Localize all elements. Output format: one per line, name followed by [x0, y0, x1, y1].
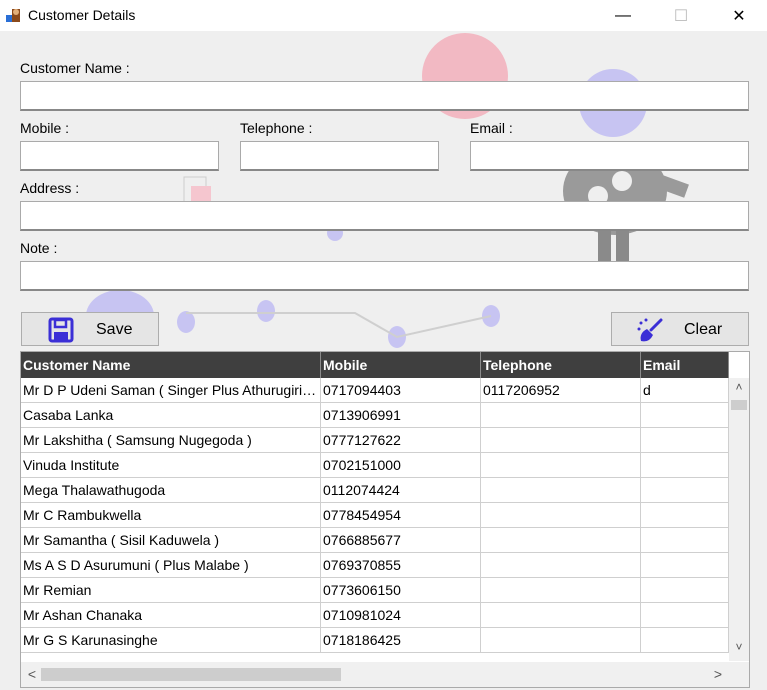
window-title: Customer Details	[28, 7, 136, 23]
broom-icon	[637, 318, 663, 342]
minimize-button[interactable]: —	[600, 0, 646, 31]
column-header-telephone[interactable]: Telephone	[481, 352, 641, 378]
cell-mobile[interactable]: 0713906991	[321, 403, 481, 428]
cell-email[interactable]	[641, 628, 729, 653]
cell-email[interactable]	[641, 453, 729, 478]
cell-telephone[interactable]	[481, 628, 641, 653]
column-header-email[interactable]: Email	[641, 352, 729, 378]
table-row[interactable]: Mr G S Karunasinghe 0718186425	[21, 628, 729, 653]
cell-mobile[interactable]: 0702151000	[321, 453, 481, 478]
mobile-field[interactable]	[20, 141, 219, 171]
table-row[interactable]: Ms A S D Asurumuni ( Plus Malabe ) 07693…	[21, 553, 729, 578]
cell-customer-name[interactable]: Mr Samantha ( Sisil Kaduwela )	[21, 528, 321, 553]
cell-telephone[interactable]	[481, 478, 641, 503]
telephone-label: Telephone :	[240, 120, 313, 136]
scroll-left-icon[interactable]: <	[23, 666, 41, 684]
cell-mobile[interactable]: 0710981024	[321, 603, 481, 628]
scrollbar-corner	[729, 662, 749, 687]
email-field[interactable]	[470, 141, 749, 171]
close-button[interactable]: ✕	[716, 0, 762, 31]
cell-customer-name[interactable]: Mr C Rambukwella	[21, 503, 321, 528]
maximize-button[interactable]: ☐	[658, 0, 704, 31]
table-row[interactable]: Casaba Lanka 0713906991	[21, 403, 729, 428]
note-label: Note :	[20, 240, 58, 256]
note-field[interactable]	[20, 261, 749, 291]
floppy-disk-icon	[48, 317, 74, 343]
cell-mobile[interactable]: 0777127622	[321, 428, 481, 453]
cell-customer-name[interactable]: Mr Remian	[21, 578, 321, 603]
cell-telephone[interactable]	[481, 403, 641, 428]
cell-customer-name[interactable]: Mega Thalawathugoda	[21, 478, 321, 503]
title-bar: Customer Details — ☐ ✕	[0, 0, 767, 31]
cell-customer-name[interactable]: Vinuda Institute	[21, 453, 321, 478]
clear-button[interactable]: Clear	[611, 312, 749, 346]
grid-header: Customer Name Mobile Telephone Email	[21, 352, 729, 378]
cell-mobile[interactable]: 0773606150	[321, 578, 481, 603]
cell-customer-name[interactable]: Mr G S Karunasinghe	[21, 628, 321, 653]
save-button[interactable]: Save	[21, 312, 159, 346]
cell-customer-name[interactable]: Mr Lakshitha ( Samsung Nugegoda )	[21, 428, 321, 453]
grid-body: Mr D P Udeni Saman ( Singer Plus Athurug…	[21, 378, 729, 653]
save-button-label: Save	[96, 321, 133, 338]
table-row[interactable]: Mr Lakshitha ( Samsung Nugegoda ) 077712…	[21, 428, 729, 453]
telephone-field[interactable]	[240, 141, 439, 171]
vertical-scrollbar[interactable]: ˄ ˅	[729, 378, 749, 661]
clear-button-label: Clear	[684, 321, 723, 338]
table-row[interactable]: Mr C Rambukwella 0778454954	[21, 503, 729, 528]
customer-grid[interactable]: Customer Name Mobile Telephone Email Mr …	[20, 351, 750, 688]
column-header-customer-name[interactable]: Customer Name	[21, 352, 321, 378]
vertical-scroll-thumb[interactable]	[731, 400, 747, 410]
table-row[interactable]: Mr Samantha ( Sisil Kaduwela ) 076688567…	[21, 528, 729, 553]
cell-telephone[interactable]	[481, 553, 641, 578]
cell-customer-name[interactable]: Mr Ashan Chanaka	[21, 603, 321, 628]
cell-mobile[interactable]: 0766885677	[321, 528, 481, 553]
cell-telephone[interactable]: 0117206952	[481, 378, 641, 403]
cell-email[interactable]	[641, 528, 729, 553]
mobile-label: Mobile :	[20, 120, 70, 136]
cell-telephone[interactable]	[481, 603, 641, 628]
scroll-right-icon[interactable]: >	[709, 666, 727, 684]
table-row[interactable]: Vinuda Institute 0702151000	[21, 453, 729, 478]
cell-telephone[interactable]	[481, 453, 641, 478]
customer-name-field[interactable]	[20, 81, 749, 111]
cell-mobile[interactable]: 0112074424	[321, 478, 481, 503]
customer-name-label: Customer Name :	[20, 60, 130, 76]
cell-email[interactable]: d	[641, 378, 729, 403]
cell-email[interactable]	[641, 403, 729, 428]
app-icon	[6, 9, 20, 22]
cell-email[interactable]	[641, 578, 729, 603]
cell-mobile[interactable]: 0769370855	[321, 553, 481, 578]
cell-email[interactable]	[641, 603, 729, 628]
cell-email[interactable]	[641, 478, 729, 503]
table-row[interactable]: Mr Ashan Chanaka 0710981024	[21, 603, 729, 628]
cell-email[interactable]	[641, 503, 729, 528]
cell-telephone[interactable]	[481, 503, 641, 528]
cell-telephone[interactable]	[481, 578, 641, 603]
column-header-mobile[interactable]: Mobile	[321, 352, 481, 378]
form-client-area: Customer Name : Mobile : Telephone : Ema…	[0, 31, 767, 690]
address-label: Address :	[20, 180, 80, 196]
cell-customer-name[interactable]: Casaba Lanka	[21, 403, 321, 428]
cell-telephone[interactable]	[481, 528, 641, 553]
cell-customer-name[interactable]: Mr D P Udeni Saman ( Singer Plus Athurug…	[21, 378, 321, 403]
scroll-up-icon[interactable]: ˄	[729, 380, 749, 398]
cell-customer-name[interactable]: Ms A S D Asurumuni ( Plus Malabe )	[21, 553, 321, 578]
table-row[interactable]: Mr Remian 0773606150	[21, 578, 729, 603]
table-row[interactable]: Mega Thalawathugoda 0112074424	[21, 478, 729, 503]
cell-mobile[interactable]: 0778454954	[321, 503, 481, 528]
horizontal-scrollbar[interactable]: < >	[21, 662, 729, 687]
cell-telephone[interactable]	[481, 428, 641, 453]
cell-email[interactable]	[641, 428, 729, 453]
cell-mobile[interactable]: 0718186425	[321, 628, 481, 653]
address-field[interactable]	[20, 201, 749, 231]
cell-mobile[interactable]: 0717094403	[321, 378, 481, 403]
table-row[interactable]: Mr D P Udeni Saman ( Singer Plus Athurug…	[21, 378, 729, 403]
horizontal-scroll-thumb[interactable]	[41, 668, 341, 681]
scroll-down-icon[interactable]: ˅	[729, 640, 749, 658]
cell-email[interactable]	[641, 553, 729, 578]
email-label: Email :	[470, 120, 513, 136]
